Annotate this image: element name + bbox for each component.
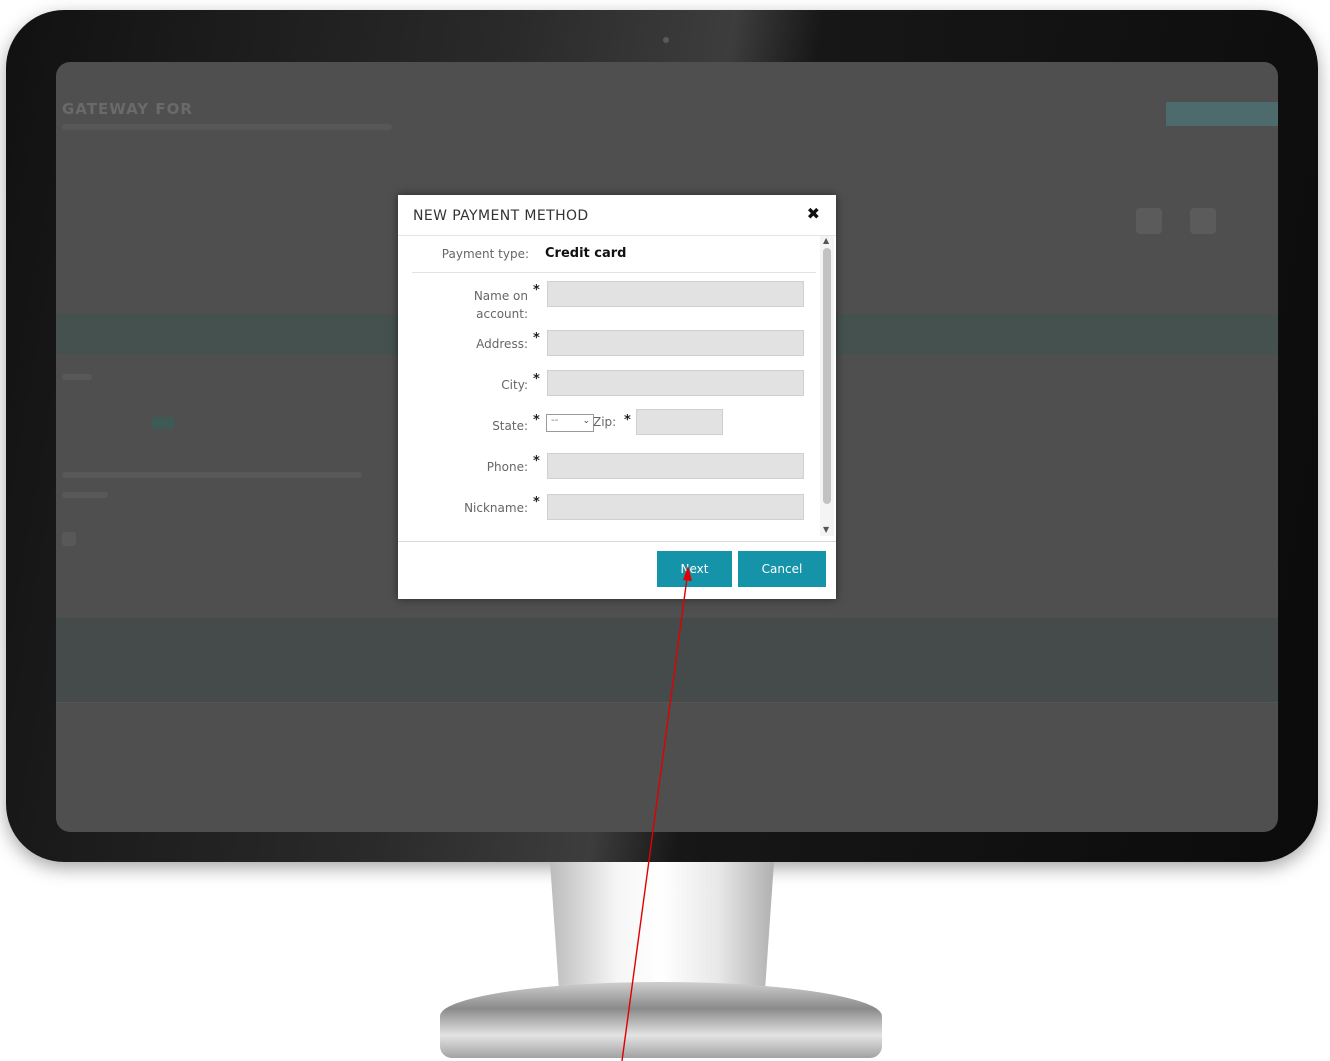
- zip-input[interactable]: [636, 409, 723, 435]
- monitor-bezel: GATEWAY FOR NEW PAYMENT METHOD ✖ Payment…: [6, 10, 1318, 862]
- dialog-title: NEW PAYMENT METHOD: [413, 208, 589, 224]
- required-marker: *: [533, 372, 540, 387]
- payment-type-row: Payment type: Credit card: [412, 236, 816, 273]
- name-on-account-label-2: account:: [398, 305, 528, 323]
- nickname-label: Nickname:: [464, 501, 528, 515]
- new-payment-method-dialog: NEW PAYMENT METHOD ✖ Payment type: Credi…: [398, 195, 836, 599]
- state-label: State:: [492, 419, 528, 433]
- background-table-band: [56, 618, 1278, 703]
- background-tool-icon: [1190, 208, 1216, 234]
- city-label: City:: [501, 378, 528, 392]
- required-marker: *: [533, 495, 540, 510]
- screen: GATEWAY FOR NEW PAYMENT METHOD ✖ Payment…: [56, 62, 1278, 832]
- payment-type-value: Credit card: [545, 246, 627, 261]
- monitor-stand-neck: [550, 862, 774, 990]
- scroll-thumb[interactable]: [823, 248, 831, 504]
- dialog-footer: Next Cancel: [398, 541, 836, 600]
- dialog-scrollbar[interactable]: ▲ ▼: [820, 236, 834, 536]
- background-text-line: [62, 472, 362, 478]
- name-on-account-input[interactable]: [547, 281, 804, 307]
- state-select-value: --: [551, 415, 559, 426]
- address-label: Address:: [476, 337, 528, 351]
- nickname-input[interactable]: [547, 494, 804, 520]
- zip-label: Zip:: [593, 415, 617, 429]
- payment-type-label: Payment type:: [441, 247, 529, 261]
- city-input[interactable]: [547, 370, 804, 396]
- phone-label: Phone:: [486, 460, 528, 474]
- required-marker: *: [533, 283, 540, 298]
- background-chip: [152, 417, 174, 429]
- cancel-button[interactable]: Cancel: [738, 551, 826, 587]
- required-marker: *: [533, 454, 540, 469]
- state-select[interactable]: -- ⌄: [546, 414, 594, 432]
- phone-input[interactable]: [547, 453, 804, 479]
- background-brand: GATEWAY FOR: [62, 100, 193, 118]
- scroll-down-icon[interactable]: ▼: [823, 525, 829, 534]
- name-on-account-label: Name on: [398, 287, 528, 305]
- name-on-account-label-line1: Name on: [473, 289, 528, 303]
- background-text-line: [62, 374, 92, 380]
- background-text-line: [62, 492, 108, 498]
- camera-icon: [663, 37, 669, 43]
- background-tool-icon: [1136, 208, 1162, 234]
- chevron-down-icon: ⌄: [582, 416, 590, 426]
- dialog-body: Payment type: Credit card Name on accoun…: [398, 236, 834, 536]
- next-button[interactable]: Next: [657, 551, 732, 587]
- dialog-header: NEW PAYMENT METHOD ✖: [398, 195, 836, 236]
- background-icon: [62, 532, 76, 546]
- monitor-stand-base: [440, 982, 882, 1058]
- close-icon[interactable]: ✖: [807, 204, 820, 223]
- address-input[interactable]: [547, 330, 804, 356]
- background-top-button: [1166, 102, 1278, 126]
- required-marker: *: [624, 413, 631, 428]
- required-marker: *: [533, 413, 540, 428]
- required-marker: *: [533, 331, 540, 346]
- name-on-account-label-line2: account:: [476, 307, 528, 321]
- background-subtitle-placeholder: [62, 124, 392, 130]
- scroll-up-icon[interactable]: ▲: [823, 236, 829, 245]
